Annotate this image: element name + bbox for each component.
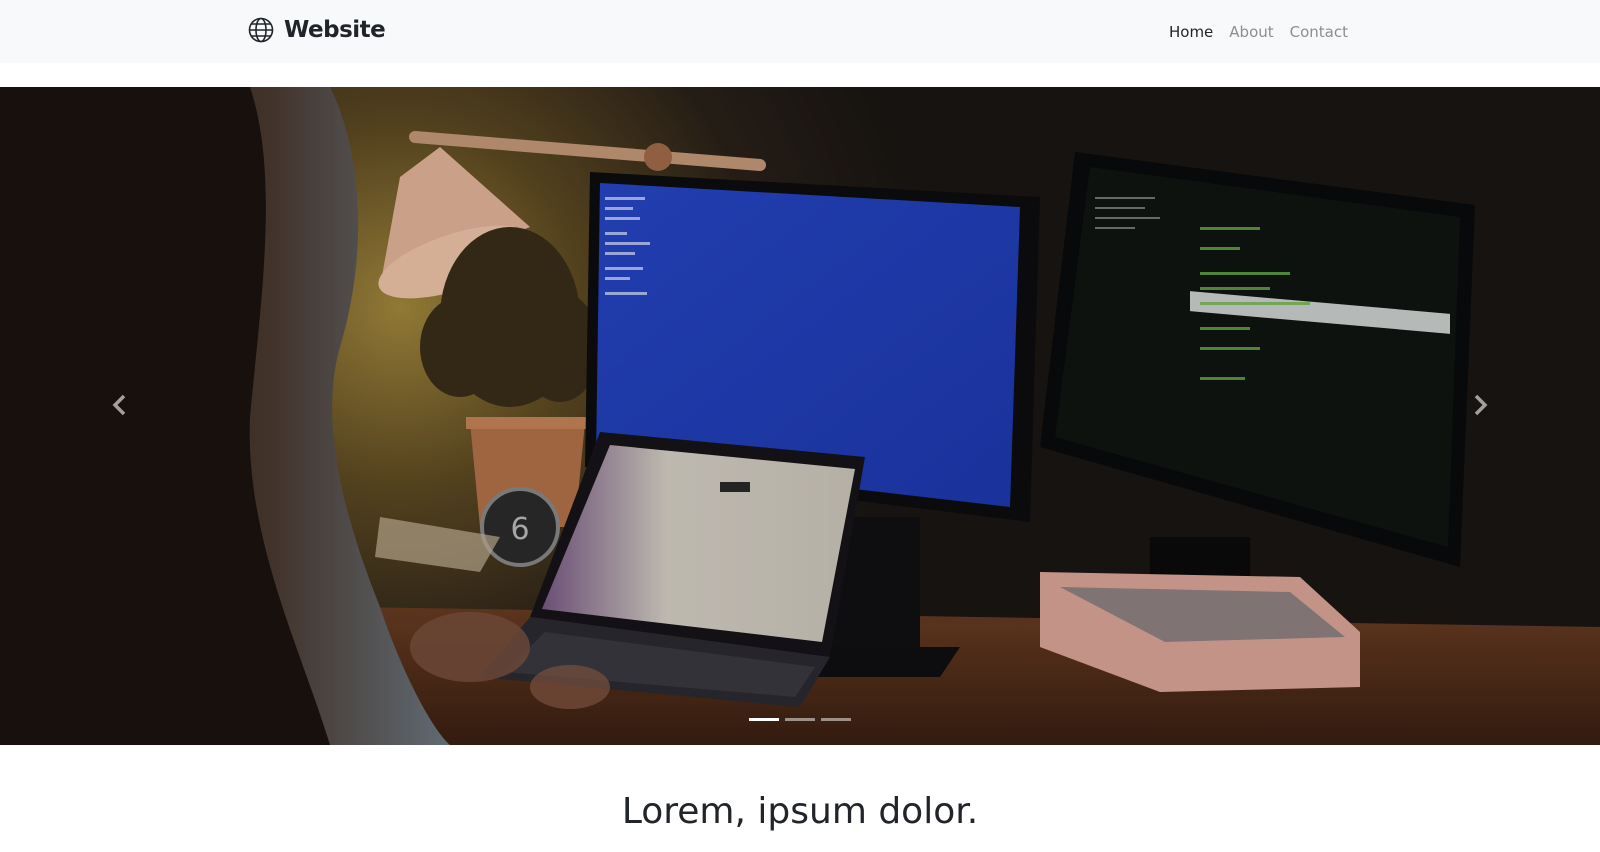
brand-name: Website <box>284 17 386 43</box>
nav-link-home[interactable]: Home <box>1161 21 1221 43</box>
carousel-indicator-2[interactable] <box>785 718 815 721</box>
globe-icon <box>248 17 274 43</box>
carousel-indicators <box>0 718 1600 721</box>
nav-link-about[interactable]: About <box>1221 21 1281 43</box>
section-heading: Lorem, ipsum dolor. <box>621 791 979 832</box>
chevron-right-icon <box>1472 394 1488 420</box>
carousel-indicator-1[interactable] <box>749 718 779 721</box>
carousel-next-button[interactable] <box>1440 367 1520 447</box>
carousel-indicator-3[interactable] <box>821 718 851 721</box>
nav-link-contact[interactable]: Contact <box>1282 21 1348 43</box>
carousel-prev-button[interactable] <box>80 367 160 447</box>
hero-carousel: 6 <box>0 87 1600 745</box>
nav-links: Home About Contact <box>1161 21 1348 43</box>
navbar: Website Home About Contact <box>0 0 1600 63</box>
chevron-left-icon <box>112 394 128 420</box>
carousel-slide-image: 6 <box>0 87 1600 745</box>
brand-link[interactable]: Website <box>248 14 386 46</box>
